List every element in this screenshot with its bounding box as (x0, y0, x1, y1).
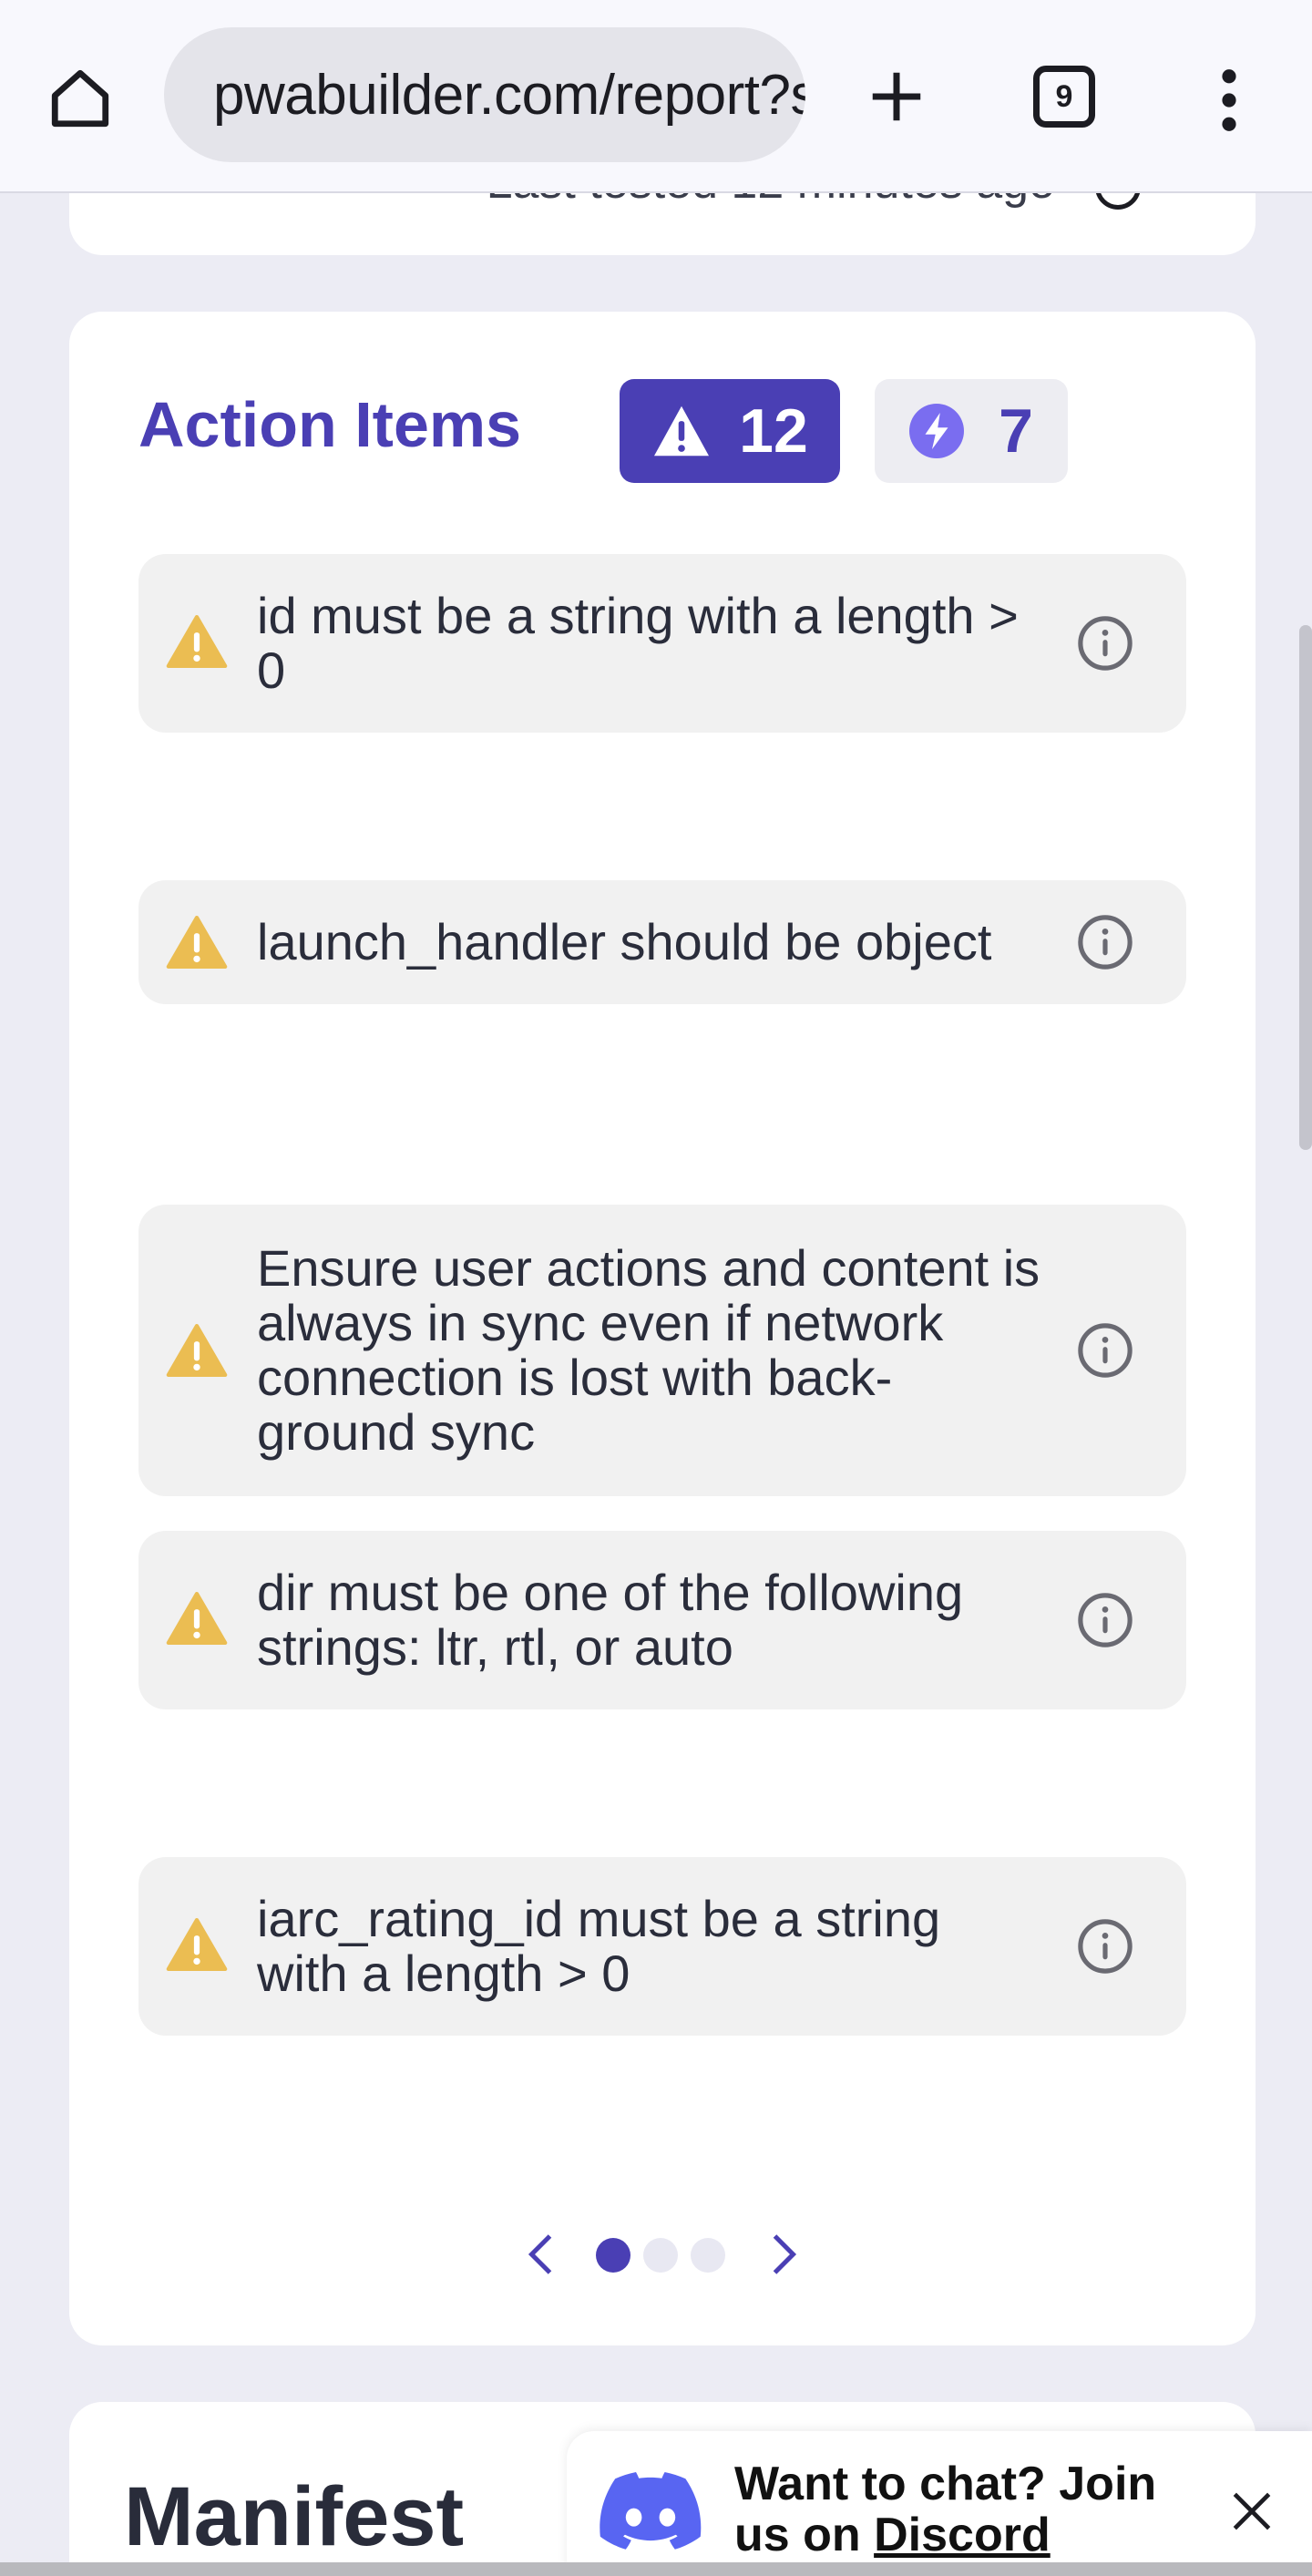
discord-line-2-prefix: us on (734, 2509, 875, 2561)
pager-dot-3[interactable] (691, 2238, 725, 2273)
warning-icon (166, 1323, 228, 1378)
browser-toolbar: pwabuilder.com/report?site=https:// 9 (0, 0, 1312, 193)
info-icon[interactable] (1077, 1918, 1133, 1975)
url-text[interactable]: pwabuilder.com/report?site=https:// (213, 63, 805, 128)
action-item[interactable]: dir must be one of the following strings… (138, 1531, 1186, 1709)
page-scrollbar[interactable] (1299, 625, 1312, 1150)
warnings-filter-button[interactable]: 12 (620, 379, 840, 483)
discord-link[interactable]: Discord (874, 2509, 1051, 2561)
action-item-text: dir must be one of the following strings… (257, 1564, 964, 1676)
info-icon[interactable] (1077, 615, 1133, 672)
action-item-text: id must be a string with a length > 0 (257, 587, 1019, 699)
tab-switcher-button[interactable]: 9 (1028, 60, 1101, 133)
home-button[interactable] (36, 55, 124, 142)
more-menu-button[interactable] (1201, 56, 1257, 144)
new-tab-button[interactable] (856, 53, 937, 140)
more-vert-icon (1222, 69, 1236, 131)
discord-icon (600, 2472, 702, 2550)
pager-dot-2[interactable] (643, 2238, 678, 2273)
tab-switcher-icon: 9 (1033, 66, 1095, 128)
carousel-pager (69, 2218, 1256, 2291)
system-navigation-bar (0, 2562, 1312, 2576)
action-item[interactable]: Ensure user actions and content is alway… (138, 1205, 1186, 1496)
chevron-left-icon[interactable] (516, 2227, 570, 2282)
action-item-text: iarc_rating_id must be a string with a l… (257, 1890, 941, 2002)
discord-message: Want to chat? Join us on Discord (734, 2458, 1156, 2561)
suggestion-count: 7 (999, 396, 1033, 466)
discord-line-2: us on Discord (734, 2509, 1156, 2561)
close-icon[interactable] (1226, 2486, 1277, 2537)
action-items-card: Action Items 12 7 id must be a string wi… (69, 312, 1256, 2345)
info-icon[interactable] (1077, 1322, 1133, 1379)
action-item-text: launch_handler should be object (257, 913, 992, 970)
action-item[interactable]: iarc_rating_id must be a string with a l… (138, 1857, 1186, 2036)
warning-icon (166, 614, 228, 669)
action-item[interactable]: launch_handler should be object (138, 880, 1186, 1004)
action-item-text: Ensure user actions and content is alway… (257, 1239, 1040, 1461)
warning-count: 12 (739, 396, 808, 466)
plus-icon (872, 72, 921, 121)
action-item[interactable]: id must be a string with a length > 0 (138, 554, 1186, 733)
discord-toast: Want to chat? Join us on Discord (567, 2431, 1312, 2576)
warning-icon (166, 915, 228, 970)
suggestions-filter-button[interactable]: 7 (875, 379, 1068, 483)
address-bar[interactable]: pwabuilder.com/report?site=https:// (164, 27, 805, 162)
chevron-right-icon[interactable] (754, 2227, 809, 2282)
warning-icon (654, 405, 710, 457)
tab-count: 9 (1055, 78, 1073, 114)
lightning-icon (909, 404, 965, 458)
warning-icon (166, 1917, 228, 1972)
manifest-title: Manifest (124, 2470, 465, 2563)
info-icon[interactable] (1077, 1592, 1133, 1648)
action-items-title: Action Items (138, 389, 522, 460)
info-icon[interactable] (1077, 914, 1133, 970)
home-icon (51, 69, 109, 128)
pager-dot-1[interactable] (596, 2238, 630, 2273)
warning-icon (166, 1591, 228, 1646)
discord-line-1: Want to chat? Join (734, 2458, 1157, 2510)
